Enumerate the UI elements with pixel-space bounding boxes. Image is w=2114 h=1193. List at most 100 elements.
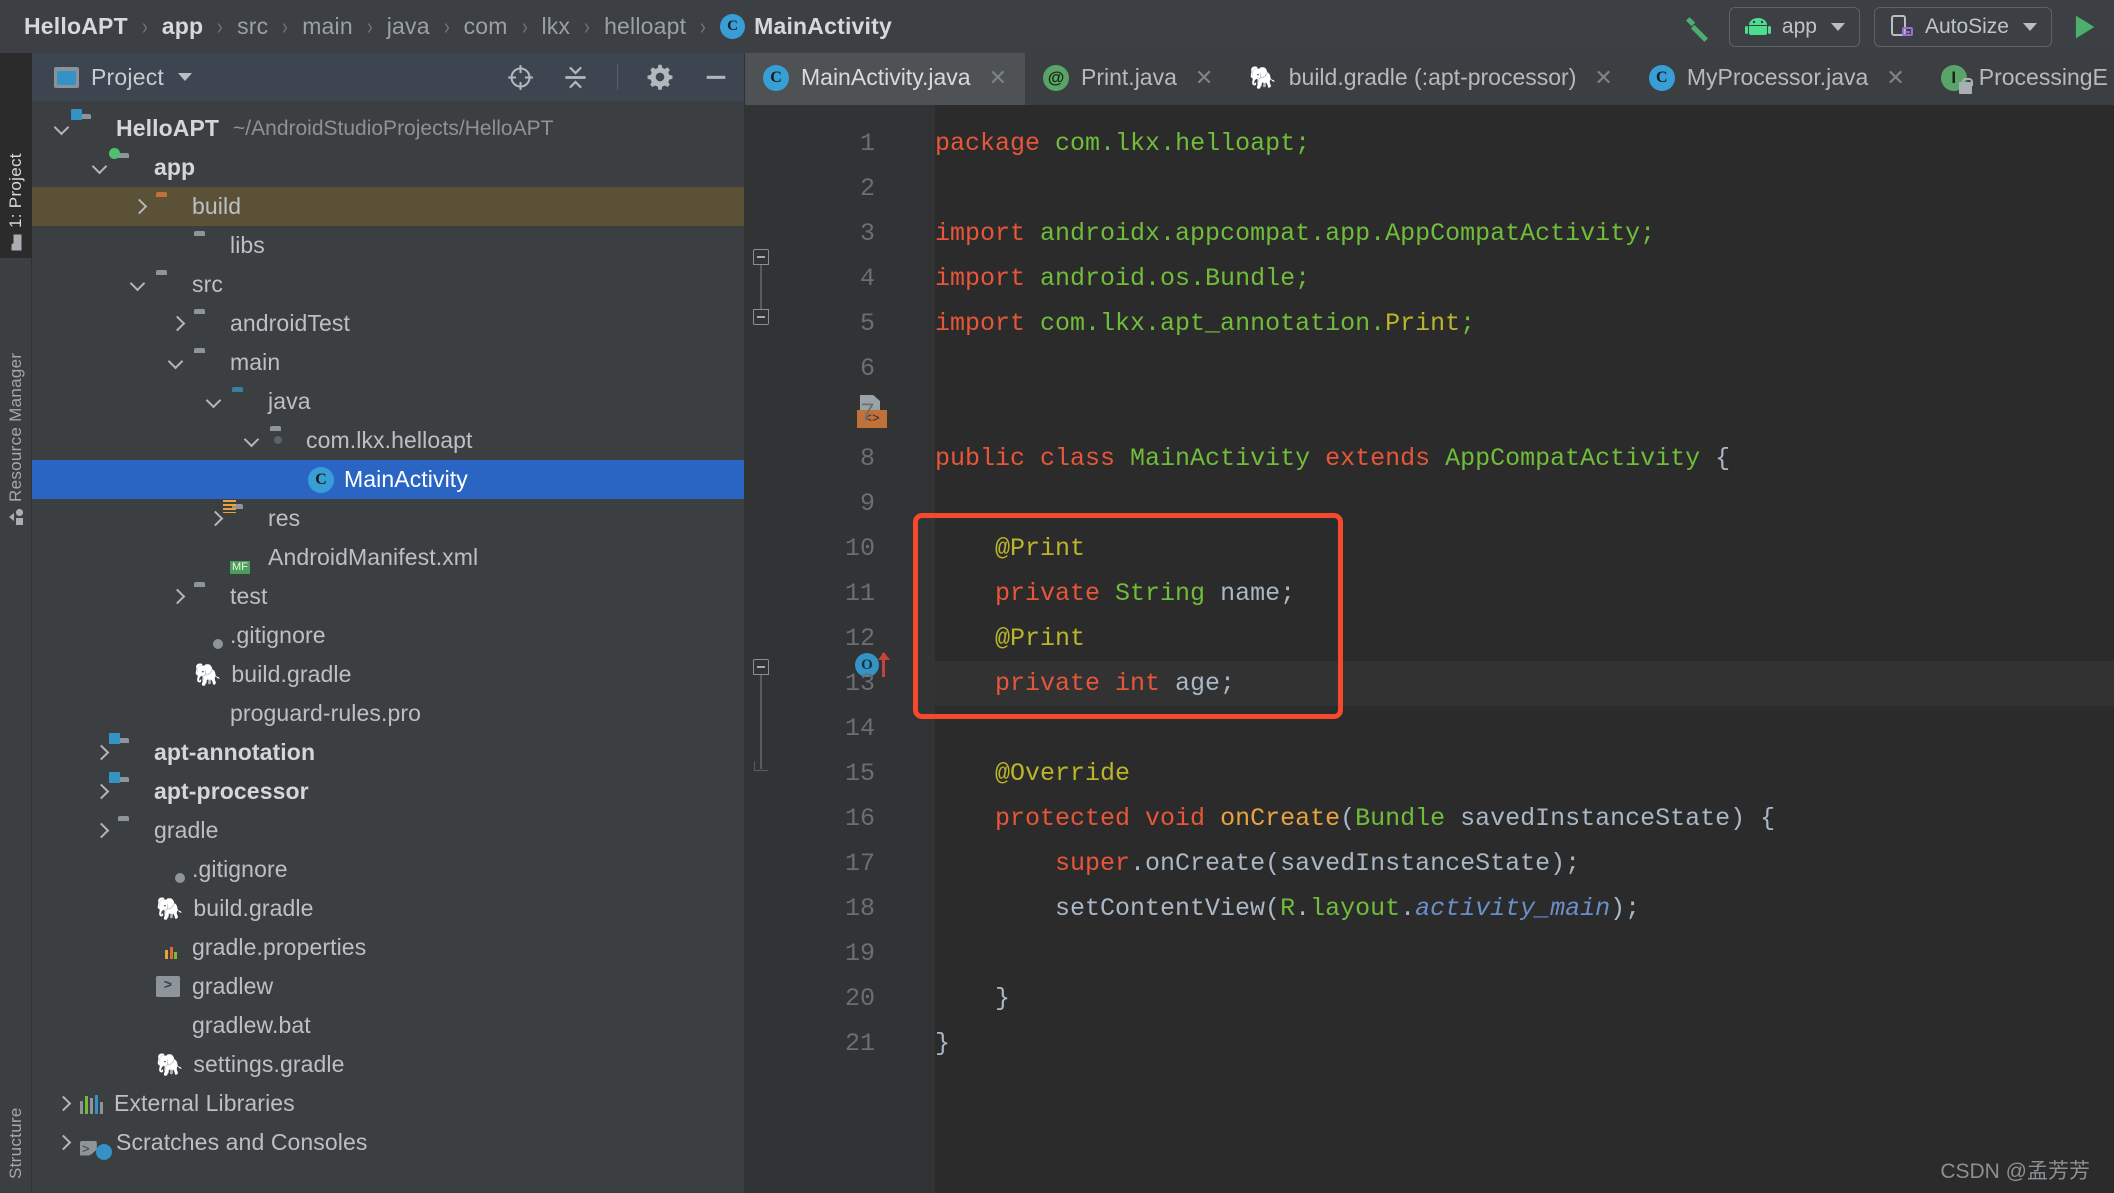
code-token: } — [935, 984, 1011, 1013]
tree-item-java[interactable]: java — [32, 382, 744, 421]
close-icon[interactable]: ✕ — [1195, 65, 1213, 91]
breadcrumb-item-file[interactable]: C MainActivity — [718, 13, 894, 40]
tree-item-com-lkx-helloapt[interactable]: com.lkx.helloapt — [32, 421, 744, 460]
collapse-all-icon[interactable] — [562, 64, 589, 91]
code-line[interactable] — [935, 931, 2114, 976]
tree-item-src[interactable]: src — [32, 265, 744, 304]
sidebar-tab-project[interactable]: 1: Project — [0, 53, 32, 258]
code-line[interactable] — [935, 391, 2114, 436]
code-line[interactable]: package com.lkx.helloapt; — [935, 121, 2114, 166]
device-selector[interactable]: AutoSize — [1873, 6, 2052, 47]
minimize-icon[interactable] — [702, 63, 730, 91]
line-number: 4 — [859, 264, 875, 293]
code-line[interactable]: import androidx.appcompat.app.AppCompatA… — [935, 211, 2114, 256]
editor-tab-build-gradle-apt-processor-[interactable]: 🐘 build.gradle (:apt-processor) ✕ — [1231, 53, 1630, 105]
tree-item-main[interactable]: main — [32, 343, 744, 382]
tree-item-proguard-rules-pro[interactable]: proguard-rules.pro — [32, 694, 744, 733]
locate-icon[interactable] — [507, 64, 534, 91]
tree-item-gradlew[interactable]: > gradlew — [32, 967, 744, 1006]
chevron-right-icon[interactable] — [54, 1134, 72, 1152]
tree-item-settings-gradle[interactable]: 🐘 settings.gradle — [32, 1045, 744, 1084]
tree-item-libs[interactable]: libs — [32, 226, 744, 265]
chevron-down-icon[interactable] — [92, 159, 110, 177]
close-icon[interactable]: ✕ — [1886, 65, 1904, 91]
tree-item-build-gradle[interactable]: 🐘 build.gradle — [32, 889, 744, 928]
code-editor[interactable]: <> O package com.lkx.helloapt; import and… — [745, 105, 2114, 1193]
code-line[interactable]: protected void onCreate(Bundle savedInst… — [935, 796, 2114, 841]
breadcrumb-item-lkx[interactable]: lkx — [539, 13, 572, 40]
code-line[interactable]: import android.os.Bundle; — [935, 256, 2114, 301]
code-line[interactable]: private int age; — [935, 661, 2114, 706]
project-tree[interactable]: HelloAPT ~/AndroidStudioProjects/HelloAPT… — [32, 101, 744, 1193]
tree-item-build[interactable]: build — [32, 187, 744, 226]
code-line[interactable]: } — [935, 976, 2114, 1021]
code-line[interactable]: @Print — [935, 526, 2114, 571]
chevron-down-icon[interactable] — [244, 432, 262, 450]
chevron-down-icon[interactable] — [130, 276, 148, 294]
tree-item-androidtest[interactable]: androidTest — [32, 304, 744, 343]
chevron-right-icon[interactable] — [130, 198, 148, 216]
code-line[interactable]: private String name; — [935, 571, 2114, 616]
tree-item-external-libraries[interactable]: External Libraries — [32, 1084, 744, 1123]
editor-tab-processinge[interactable]: I ProcessingE — [1923, 53, 2114, 105]
tree-item-gradle-properties[interactable]: gradle.properties — [32, 928, 744, 967]
code-line[interactable]: super.onCreate(savedInstanceState); — [935, 841, 2114, 886]
tree-item-helloapt[interactable]: HelloAPT ~/AndroidStudioProjects/HelloAPT — [32, 108, 744, 148]
code-line[interactable]: setContentView(R.layout.activity_main); — [935, 886, 2114, 931]
tree-item-androidmanifest-xml[interactable]: MF AndroidManifest.xml — [32, 538, 744, 577]
code-line[interactable] — [935, 166, 2114, 211]
tree-item-mainactivity[interactable]: C MainActivity — [32, 460, 744, 499]
code-content[interactable]: package com.lkx.helloapt; import androidx… — [935, 105, 2114, 1193]
code-line[interactable] — [935, 706, 2114, 751]
editor-fold-column[interactable] — [905, 105, 935, 1193]
chevron-right-icon[interactable] — [92, 744, 110, 762]
editor-tab-mainactivity-java[interactable]: C MainActivity.java ✕ — [745, 53, 1026, 105]
breadcrumb-item-helloapt[interactable]: helloapt — [602, 13, 688, 40]
breadcrumb-item-java[interactable]: java — [385, 13, 432, 40]
tree-item--gitignore[interactable]: .gitignore — [32, 616, 744, 655]
tree-item-apt-processor[interactable]: apt-processor — [32, 771, 744, 811]
breadcrumb-item-main[interactable]: main — [300, 13, 355, 40]
tree-item-gradle[interactable]: gradle — [32, 811, 744, 850]
chevron-right-icon[interactable] — [206, 510, 224, 528]
tree-item-res[interactable]: res — [32, 499, 744, 538]
code-line[interactable]: @Override — [935, 751, 2114, 796]
code-line[interactable]: import com.lkx.apt_annotation.Print; — [935, 301, 2114, 346]
tree-item-test[interactable]: test — [32, 577, 744, 616]
chevron-down-icon[interactable] — [206, 393, 224, 411]
breadcrumb-item-app[interactable]: app — [160, 13, 206, 40]
run-configuration-selector[interactable]: app — [1728, 6, 1860, 47]
chevron-right-icon[interactable] — [92, 783, 110, 801]
tree-item-build-gradle[interactable]: 🐘 build.gradle — [32, 655, 744, 694]
code-line[interactable]: @Print — [935, 616, 2114, 661]
chevron-right-icon[interactable] — [92, 822, 110, 840]
tree-item-app[interactable]: app — [32, 147, 744, 187]
tree-item-apt-annotation[interactable]: apt-annotation — [32, 732, 744, 772]
code-line[interactable] — [935, 346, 2114, 391]
tree-item-scratches-and-consoles[interactable]: >_ Scratches and Consoles — [32, 1123, 744, 1162]
chevron-down-icon[interactable] — [54, 120, 72, 138]
chevron-right-icon[interactable] — [168, 315, 186, 333]
tree-item--gitignore[interactable]: .gitignore — [32, 850, 744, 889]
code-line[interactable] — [935, 481, 2114, 526]
close-icon[interactable]: ✕ — [989, 65, 1007, 91]
breadcrumb-item-com[interactable]: com — [462, 13, 510, 40]
tree-item-gradlew-bat[interactable]: gradlew.bat — [32, 1006, 744, 1045]
sidebar-tab-resource-manager[interactable]: Resource Manager — [0, 258, 32, 533]
chevron-down-icon[interactable] — [168, 354, 186, 372]
breadcrumb-item-src[interactable]: src — [235, 13, 270, 40]
sidebar-tab-structure[interactable]: Structure — [0, 1047, 32, 1187]
run-button[interactable] — [2066, 10, 2100, 44]
settings-gear-icon[interactable] — [646, 63, 674, 91]
close-icon[interactable]: ✕ — [1594, 65, 1612, 91]
editor-tab-print-java[interactable]: @ Print.java ✕ — [1025, 53, 1231, 105]
build-hammer-icon[interactable] — [1681, 10, 1715, 44]
code-line[interactable]: } — [935, 1021, 2114, 1066]
chevron-down-icon[interactable] — [177, 73, 192, 81]
editor-tab-strip[interactable]: C MainActivity.java ✕ @ Print.java ✕ 🐘 build.gr… — [745, 53, 2114, 105]
breadcrumb-item-helloapt[interactable]: HelloAPT — [22, 13, 130, 40]
code-line[interactable]: public class MainActivity extends AppCom… — [935, 436, 2114, 481]
chevron-right-icon[interactable] — [54, 1095, 72, 1113]
editor-tab-myprocessor-java[interactable]: C MyProcessor.java ✕ — [1631, 53, 1923, 105]
chevron-right-icon[interactable] — [168, 588, 186, 606]
